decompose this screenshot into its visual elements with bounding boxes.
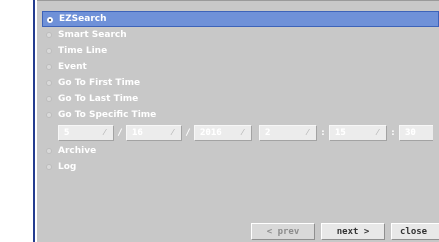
- option-log[interactable]: Log: [42, 159, 439, 175]
- minute-field[interactable]: 15 ⁄: [329, 125, 387, 141]
- window-left-border: [0, 0, 35, 242]
- second-field[interactable]: 30: [399, 125, 433, 141]
- radio-icon[interactable]: [46, 48, 52, 54]
- option-label: Archive: [58, 146, 97, 156]
- hour-field[interactable]: 2 ⁄: [259, 125, 317, 141]
- search-options-panel: EZSearch Smart Search Time Line Event Go…: [37, 0, 439, 242]
- option-label: Go To Specific Time: [58, 110, 157, 120]
- field-grip-icon: ⁄: [242, 128, 244, 137]
- field-grip-icon: ⁄: [104, 128, 106, 137]
- radio-selected-icon[interactable]: [47, 17, 53, 23]
- year-value: 2016: [200, 128, 222, 138]
- close-button[interactable]: close: [391, 223, 439, 240]
- year-field[interactable]: 2016 ⁄: [194, 125, 252, 141]
- month-value: 5: [64, 128, 70, 138]
- radio-icon[interactable]: [46, 80, 52, 86]
- radio-icon[interactable]: [46, 112, 52, 118]
- day-value: 16: [132, 128, 143, 138]
- option-label: Time Line: [58, 46, 108, 56]
- radio-icon[interactable]: [46, 96, 52, 102]
- option-archive[interactable]: Archive: [42, 143, 439, 159]
- second-value: 30: [405, 128, 416, 138]
- option-go-to-last-time[interactable]: Go To Last Time: [42, 91, 439, 107]
- next-button[interactable]: next >: [321, 223, 385, 240]
- option-event[interactable]: Event: [42, 59, 439, 75]
- option-label: Smart Search: [58, 30, 127, 40]
- option-ezsearch[interactable]: EZSearch: [42, 11, 439, 27]
- date-separator: /: [117, 128, 123, 138]
- field-grip-icon: ⁄: [307, 128, 309, 137]
- option-go-to-first-time[interactable]: Go To First Time: [42, 75, 439, 91]
- radio-icon[interactable]: [46, 164, 52, 170]
- wizard-button-bar: < prev next > close: [37, 220, 439, 242]
- minute-value: 15: [335, 128, 346, 138]
- option-label: Log: [58, 162, 77, 172]
- date-separator: /: [185, 128, 191, 138]
- option-go-to-specific-time[interactable]: Go To Specific Time: [42, 107, 439, 123]
- option-label: Go To Last Time: [58, 94, 139, 104]
- radio-icon[interactable]: [46, 64, 52, 70]
- specific-time-fields: 5 ⁄ / 16 ⁄ / 2016 ⁄ 2 ⁄ : 15 ⁄: 30: [42, 123, 439, 143]
- field-grip-icon: ⁄: [377, 128, 379, 137]
- option-label: Event: [58, 62, 87, 72]
- option-smart-search[interactable]: Smart Search: [42, 27, 439, 43]
- hour-value: 2: [265, 128, 271, 138]
- field-grip-icon: ⁄: [172, 128, 174, 137]
- search-options-list: EZSearch Smart Search Time Line Event Go…: [42, 11, 439, 175]
- radio-icon[interactable]: [46, 148, 52, 154]
- wizard-window: EZSearch Smart Search Time Line Event Go…: [0, 0, 439, 242]
- day-field[interactable]: 16 ⁄: [126, 125, 182, 141]
- option-time-line[interactable]: Time Line: [42, 43, 439, 59]
- radio-icon[interactable]: [46, 32, 52, 38]
- month-field[interactable]: 5 ⁄: [58, 125, 114, 141]
- option-label: EZSearch: [59, 14, 107, 24]
- time-separator: :: [390, 128, 396, 138]
- prev-button[interactable]: < prev: [251, 223, 315, 240]
- option-label: Go To First Time: [58, 78, 141, 88]
- time-separator: :: [320, 128, 326, 138]
